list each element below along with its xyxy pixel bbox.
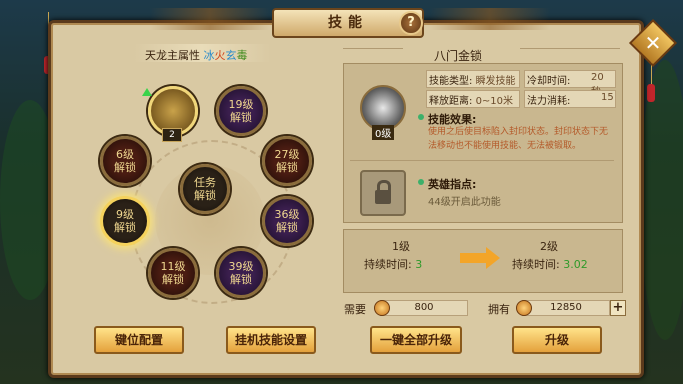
skill-type: 技能类型: 瞬发技能 — [429, 72, 516, 87]
bullet-icon — [418, 179, 424, 185]
duration-label: 持续时间: — [364, 258, 412, 271]
main-attribute: 天龙主属性 冰火玄毒 — [145, 47, 248, 63]
skill-node-27[interactable]: 27级 解锁 — [262, 136, 312, 186]
background-foliage — [640, 60, 683, 340]
node-level: 27级 — [274, 148, 300, 161]
add-currency-button[interactable]: + — [610, 300, 626, 316]
tassel-icon — [647, 84, 655, 102]
attribute-label: 天龙主属性 — [145, 49, 200, 62]
skill-node-6[interactable]: 6级 解锁 — [100, 136, 150, 186]
attribute-poison: 毒 — [236, 49, 248, 62]
coin-icon — [374, 300, 390, 316]
range-value: 0~10米 — [475, 96, 514, 107]
need-amount: 800 — [380, 300, 468, 316]
skill-node-39[interactable]: 39级 解锁 — [216, 248, 266, 298]
duration-value: 3 — [415, 258, 423, 271]
skill-node-9[interactable]: 9级 解锁 — [100, 196, 150, 246]
node-level: 6级 — [116, 148, 134, 161]
upgrade-all-button[interactable]: 一键全部升级 — [370, 326, 462, 354]
attribute-fire: 火 — [214, 49, 226, 62]
mana-value: 15 — [601, 92, 614, 103]
node-lock: 解锁 — [230, 273, 252, 286]
have-label: 拥有 — [488, 303, 510, 316]
next-duration: 持续时间: 3.02 — [512, 256, 588, 272]
need-label: 需要 — [344, 303, 366, 316]
skill-node-task[interactable]: 任务 解锁 — [180, 164, 230, 214]
range-label: 释放距离: — [429, 96, 473, 107]
current-level: 1级 — [392, 240, 410, 253]
skill-type-value: 瞬发技能 — [475, 76, 516, 87]
duration-value: 3.02 — [563, 258, 588, 271]
coin-icon — [516, 300, 532, 316]
bullet-icon — [418, 114, 424, 120]
skill-name: 八门金锁 — [434, 49, 483, 63]
skill-icon-level: 0级 — [372, 125, 395, 140]
node-level: 36级 — [274, 208, 300, 221]
node-level: 39级 — [228, 260, 254, 273]
arrow-right-icon-head — [486, 247, 500, 269]
duration-label: 持续时间: — [512, 258, 560, 271]
lock-body — [375, 190, 391, 204]
arrow-right-icon — [460, 253, 486, 263]
divider — [350, 160, 614, 161]
skill-level-badge: 2 — [162, 128, 182, 142]
hero-tip-text: 44级开启此功能 — [428, 197, 501, 208]
node-level: 11级 — [160, 260, 186, 273]
node-lock: 解锁 — [114, 221, 136, 234]
mana-label: 法力消耗: — [527, 96, 571, 107]
title-ornament-left — [150, 8, 270, 30]
node-level: 任务 — [194, 176, 216, 189]
divider — [343, 48, 403, 49]
cooldown: 冷却时间: 20秒 — [527, 72, 604, 98]
current-duration: 持续时间: 3 — [364, 256, 422, 272]
have-amount: 12850 — [522, 300, 610, 316]
skill-node-36[interactable]: 36级 解锁 — [262, 196, 312, 246]
lock-icon — [360, 170, 406, 216]
next-level: 2级 — [540, 240, 558, 253]
node-lock: 解锁 — [194, 189, 216, 202]
effect-description: 使用之后使目标陷入封印状态。封印状态下无法移动也不能使用技能、无法被锻取。 — [428, 127, 609, 151]
auto-skill-settings-button[interactable]: 挂机技能设置 — [226, 326, 316, 354]
node-lock: 解锁 — [276, 221, 298, 234]
upgrade-arrow-icon — [142, 88, 152, 96]
hero-tip-title: 英雄指点: — [428, 178, 477, 191]
upgrade-button[interactable]: 升级 — [512, 326, 602, 354]
skill-type-label: 技能类型: — [429, 76, 473, 87]
node-level: 9级 — [116, 208, 134, 221]
help-button[interactable]: ? — [399, 11, 423, 35]
skill-node-11[interactable]: 11级 解锁 — [148, 248, 198, 298]
mana-cost: 法力消耗: 15 — [527, 92, 614, 107]
divider — [520, 48, 620, 49]
skill-node-19[interactable]: 19级 解锁 — [216, 86, 266, 136]
key-config-button[interactable]: 键位配置 — [94, 326, 184, 354]
cooldown-label: 冷却时间: — [527, 76, 571, 87]
range: 释放距离: 0~10米 — [429, 92, 513, 107]
node-lock: 解锁 — [276, 161, 298, 174]
node-lock: 解锁 — [162, 273, 184, 286]
node-lock: 解锁 — [230, 111, 252, 124]
node-lock: 解锁 — [114, 161, 136, 174]
node-level: 19级 — [228, 98, 254, 111]
title-ornament-right — [430, 8, 550, 30]
attribute-dark: 玄 — [225, 49, 237, 62]
attribute-ice: 冰 — [203, 49, 215, 62]
close-icon: ✕ — [644, 31, 662, 55]
